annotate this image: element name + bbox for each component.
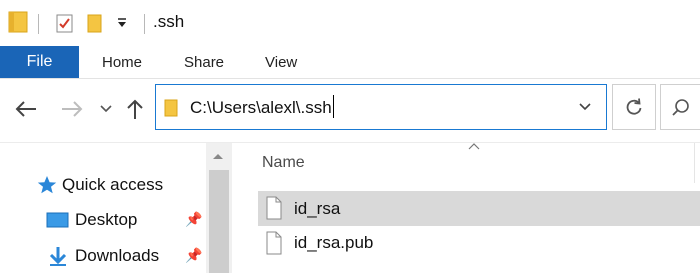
text-cursor [333, 95, 334, 118]
tab-view[interactable]: View [265, 46, 297, 78]
window-title: .ssh [153, 12, 185, 31]
sidebar-item-desktop[interactable]: Desktop [46, 208, 137, 232]
file-name[interactable]: id_rsa.pub [294, 233, 373, 253]
pin-icon[interactable]: 📌 [185, 211, 202, 228]
back-arrow-icon[interactable] [14, 99, 38, 119]
file-name[interactable]: id_rsa [294, 199, 340, 219]
new-folder-icon[interactable] [86, 12, 104, 34]
tab-home[interactable]: Home [102, 46, 142, 78]
pin-icon[interactable]: 📌 [185, 247, 202, 264]
folder-icon [164, 99, 178, 117]
file-icon [266, 196, 282, 220]
up-arrow-icon[interactable] [125, 98, 145, 120]
tab-file[interactable]: File [0, 46, 79, 78]
separator [38, 14, 39, 34]
star-icon [37, 176, 57, 194]
refresh-button[interactable] [612, 84, 656, 130]
scroll-up-icon[interactable] [211, 151, 225, 161]
file-icon [266, 231, 282, 255]
sidebar-item-label: Desktop [75, 210, 138, 229]
refresh-icon [626, 98, 642, 115]
title-bar [0, 0, 700, 46]
separator [144, 14, 145, 34]
column-header-name[interactable]: Name [262, 154, 305, 172]
search-icon [672, 99, 689, 116]
properties-icon[interactable] [55, 12, 75, 34]
search-box[interactable] [660, 84, 700, 130]
column-divider[interactable] [694, 143, 695, 183]
sidebar-item-label: Downloads [75, 246, 160, 265]
sidebar-item-downloads[interactable]: Downloads [46, 244, 159, 268]
forward-arrow-icon[interactable] [60, 99, 84, 119]
folder-icon [8, 11, 28, 33]
sidebar-item-quick-access[interactable]: Quick access [36, 173, 163, 197]
recent-locations-chevron-icon[interactable] [99, 104, 113, 114]
address-path[interactable]: C:\Users\alexl\.ssh [190, 98, 332, 118]
address-dropdown-chevron-icon[interactable] [578, 102, 592, 112]
desktop-icon [46, 212, 69, 228]
sort-ascending-icon [468, 143, 480, 150]
nav-scrollbar-thumb[interactable] [209, 170, 229, 273]
sidebar-item-label: Quick access [62, 175, 164, 194]
customize-dropdown-icon[interactable] [116, 17, 128, 29]
tab-share[interactable]: Share [184, 46, 224, 78]
download-icon [49, 247, 67, 266]
